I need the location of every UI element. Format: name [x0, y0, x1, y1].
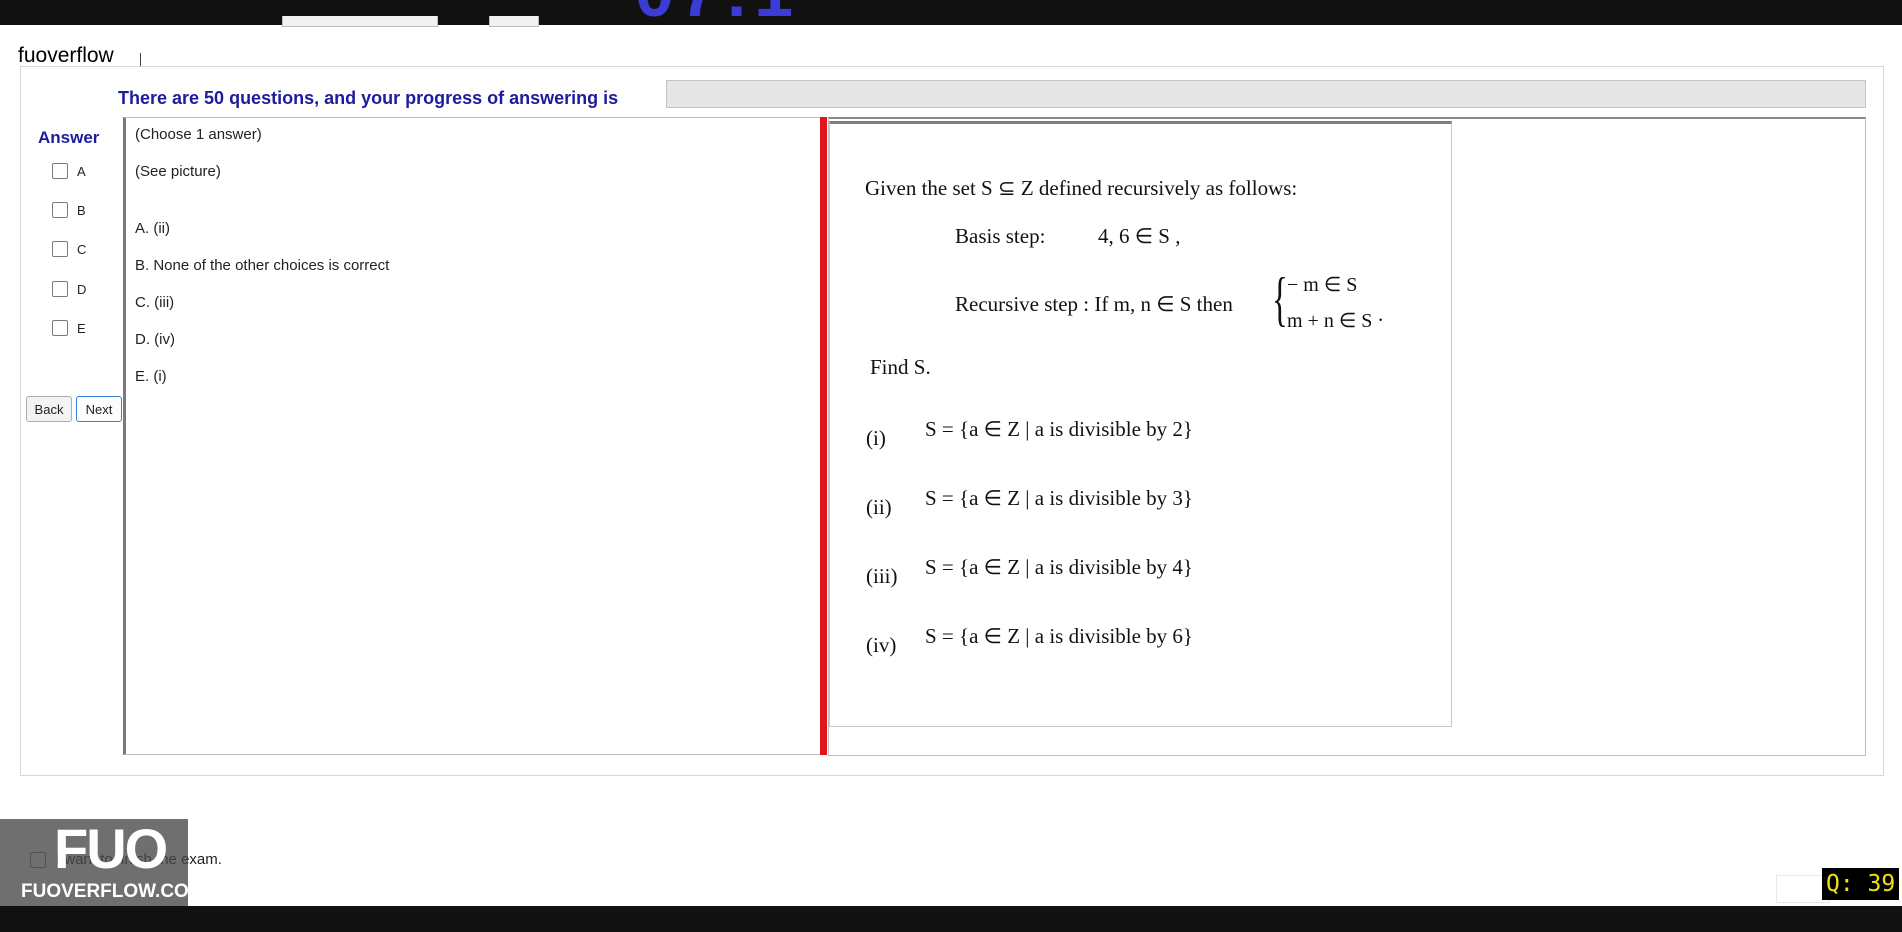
option-c[interactable]: C	[52, 239, 86, 259]
recursive-step-end: .	[1378, 302, 1384, 326]
checkbox-a[interactable]	[52, 163, 68, 179]
countdown-timer: 07:17	[635, 0, 805, 25]
item-number-i: (i)	[866, 426, 886, 450]
checkbox-d[interactable]	[52, 281, 68, 297]
option-a[interactable]: A	[52, 161, 86, 181]
watermark-logo: FUO FUOVERFLOW.COM	[0, 817, 205, 906]
checkbox-b[interactable]	[52, 202, 68, 218]
item-number-iv: (iv)	[866, 633, 897, 657]
answer-title: Answer	[38, 128, 100, 147]
option-d-label: D	[77, 281, 87, 297]
next-button[interactable]: Next	[76, 396, 122, 422]
option-e-label: E	[77, 320, 86, 336]
answer-choice-a: A. (ii)	[135, 220, 170, 237]
option-b[interactable]: B	[52, 200, 86, 220]
hidden-button	[489, 16, 539, 27]
case-brace: {	[1272, 266, 1288, 332]
item-number-ii: (ii)	[866, 495, 892, 519]
progress-bar	[666, 80, 1866, 108]
question-counter: Q: 39	[1822, 868, 1900, 900]
item-number-iii: (iii)	[866, 564, 898, 588]
question-prompt: Find S.	[870, 355, 931, 379]
brand-name: fuoverflow	[18, 44, 114, 67]
answer-choice-d: D. (iv)	[135, 331, 175, 348]
answer-instruction: (Choose 1 answer)	[135, 126, 262, 143]
basis-step-value: 4, 6 ∈ S ,	[1098, 224, 1181, 248]
question-intro: Given the set S ⊆ Z defined recursively …	[865, 176, 1298, 200]
progress-label: There are 50 questions, and your progres…	[118, 88, 619, 108]
back-button[interactable]: Back	[26, 396, 72, 422]
answer-see-picture: (See picture)	[135, 163, 221, 180]
recursive-step-label: Recursive step : If m, n ∈ S then	[955, 292, 1233, 316]
option-d[interactable]: D	[52, 279, 86, 299]
option-b-label: B	[77, 202, 86, 218]
answer-choice-e: E. (i)	[135, 368, 167, 385]
answer-choice-c: C. (iii)	[135, 294, 175, 311]
logo-mark: FUO	[54, 817, 168, 880]
item-text-iv: S = {a ∈ Z | a is divisible by 6}	[925, 624, 1193, 648]
item-text-iii: S = {a ∈ Z | a is divisible by 4}	[925, 555, 1193, 579]
basis-step-label: Basis step:	[955, 224, 1046, 248]
answer-text-box: (Choose 1 answer) (See picture) A. (ii) …	[123, 117, 827, 755]
hidden-dropdown	[282, 16, 438, 27]
panel-divider[interactable]	[820, 117, 827, 755]
checkbox-e[interactable]	[52, 320, 68, 336]
item-text-ii: S = {a ∈ Z | a is divisible by 3}	[925, 486, 1193, 510]
option-a-label: A	[77, 163, 86, 179]
answer-choice-b: B. None of the other choices is correct	[135, 257, 390, 274]
option-e[interactable]: E	[52, 318, 86, 338]
recursive-case-1: − m ∈ S	[1287, 274, 1358, 296]
option-c-label: C	[77, 241, 87, 257]
item-text-i: S = {a ∈ Z | a is divisible by 2}	[925, 417, 1193, 441]
bottom-black-bar	[0, 906, 1902, 932]
recursive-case-2: m + n ∈ S	[1287, 310, 1373, 332]
logo-text: FUOVERFLOW.COM	[21, 881, 205, 902]
checkbox-c[interactable]	[52, 241, 68, 257]
